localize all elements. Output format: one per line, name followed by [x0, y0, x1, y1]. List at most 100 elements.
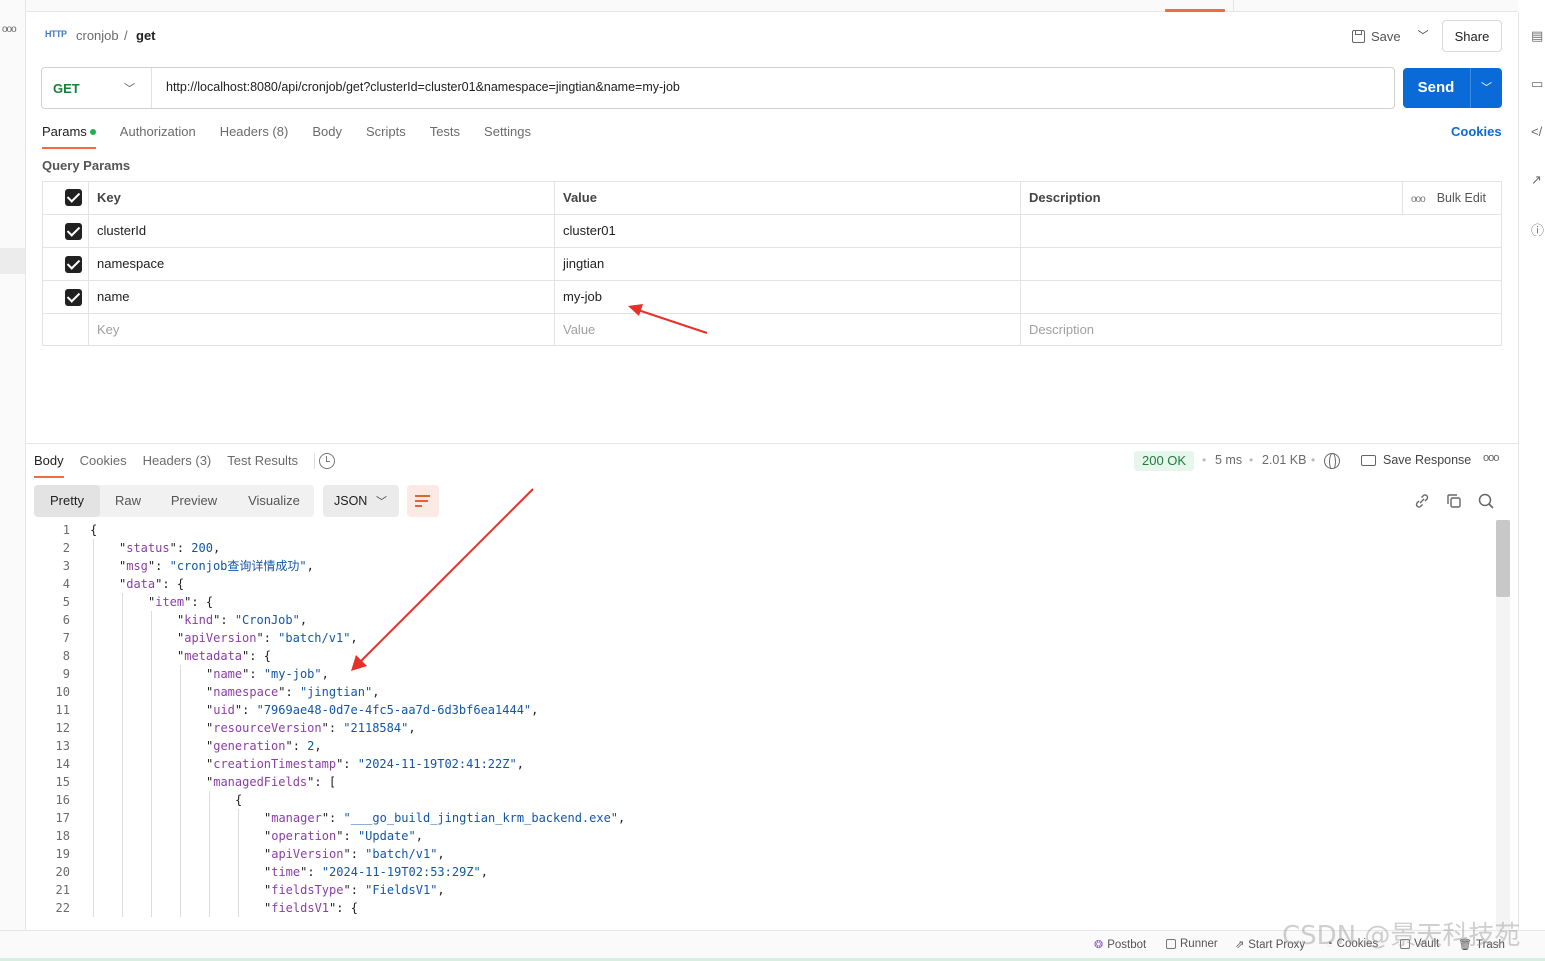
code-text: "creationTimestamp": "2024-11-19T02:41:2…	[206, 757, 524, 771]
tab-response-cookies[interactable]: Cookies	[80, 453, 127, 477]
indent-guide	[93, 719, 94, 737]
param-value[interactable]: my-job	[554, 281, 602, 313]
param-key[interactable]: namespace	[88, 248, 164, 280]
cookies-link[interactable]: Cookies	[1451, 124, 1502, 139]
select-all-checkbox[interactable]	[65, 189, 82, 206]
breadcrumb-parent[interactable]: cronjob	[76, 28, 119, 43]
new-value-input[interactable]: Value	[554, 314, 595, 346]
method-value: GET	[53, 80, 80, 96]
line-number: 8	[62, 649, 70, 663]
tab-response-headers[interactable]: Headers (3)	[143, 453, 212, 477]
wrap-lines-icon[interactable]	[407, 485, 439, 517]
view-pretty[interactable]: Pretty	[34, 485, 100, 517]
footer-postbot[interactable]: ❂ Postbot	[1094, 938, 1146, 952]
response-size[interactable]: 2.01 KB	[1262, 453, 1306, 467]
send-button[interactable]: Send	[1403, 68, 1469, 108]
code-text: "resourceVersion": "2118584",	[206, 721, 416, 735]
indent-guide	[180, 719, 181, 737]
format-select[interactable]: JSON ﹀	[323, 485, 399, 517]
status-badge[interactable]: 200 OK	[1134, 451, 1195, 471]
url-input[interactable]: http://localhost:8080/api/cronjob/get?cl…	[166, 80, 680, 94]
tab-settings[interactable]: Settings	[484, 124, 531, 148]
search-icon[interactable]	[1477, 492, 1495, 510]
indent-guide	[93, 737, 94, 755]
new-key-input[interactable]: Key	[88, 314, 119, 346]
indent-guide	[93, 647, 94, 665]
param-checkbox[interactable]	[65, 223, 82, 240]
tab-response-body[interactable]: Body	[34, 453, 64, 478]
link-icon[interactable]	[1413, 492, 1431, 510]
request-title[interactable]: get	[136, 28, 156, 43]
code-line: 9 "name": "my-job",	[34, 665, 1474, 683]
globe-icon[interactable]	[1324, 453, 1340, 469]
indent-guide	[151, 683, 152, 701]
indent-guide	[151, 755, 152, 773]
sidebar-selected-item[interactable]	[0, 248, 25, 274]
param-value[interactable]: cluster01	[554, 215, 616, 247]
code-icon[interactable]: </	[1531, 124, 1545, 140]
view-raw[interactable]: Raw	[104, 485, 152, 517]
new-description-input[interactable]: Description	[1020, 314, 1094, 346]
code-line: 4 "data": {	[34, 575, 1474, 593]
related-icon[interactable]: ↗	[1531, 172, 1545, 188]
tab-tests[interactable]: Tests	[430, 124, 460, 148]
tab-authorization[interactable]: Authorization	[120, 124, 196, 148]
table-row: name my-job	[43, 281, 1501, 314]
tab-headers[interactable]: Headers (8)	[220, 124, 289, 148]
line-number: 6	[62, 613, 70, 627]
indent-guide	[180, 845, 181, 863]
code-line: 8 "metadata": {	[34, 647, 1474, 665]
code-text: {	[235, 793, 243, 807]
view-visualize[interactable]: Visualize	[238, 485, 310, 517]
indent-guide	[122, 647, 123, 665]
more-icon[interactable]: ooo	[1483, 452, 1499, 464]
code-text: "fieldsType": "FieldsV1",	[264, 883, 445, 897]
indent-guide	[122, 881, 123, 899]
top-tab-strip	[26, 0, 1518, 12]
bulk-edit-button[interactable]: ooo Bulk Edit	[1411, 182, 1486, 214]
indent-guide	[122, 809, 123, 827]
copy-icon[interactable]	[1445, 492, 1463, 510]
indent-guide	[93, 701, 94, 719]
documentation-icon[interactable]: ▤	[1531, 28, 1545, 44]
response-body-code[interactable]: 1{2 "status": 200, 3 "msg": "cronjob查询详情成功"…	[34, 520, 1496, 930]
tab-params[interactable]: Params	[42, 124, 96, 149]
save-options-chevron-icon[interactable]: ﹀	[1412, 27, 1434, 45]
code-text: "fieldsV1": {	[264, 901, 358, 915]
info-icon[interactable]: ⓘ	[1531, 220, 1545, 236]
share-button[interactable]: Share	[1442, 20, 1502, 52]
param-checkbox[interactable]	[65, 289, 82, 306]
code-text: "apiVersion": "batch/v1",	[177, 631, 358, 645]
method-select[interactable]: GET ﹀	[42, 68, 152, 108]
indent-guide	[93, 827, 94, 845]
param-key[interactable]: name	[88, 281, 130, 313]
indent-guide	[180, 791, 181, 809]
tab-test-results[interactable]: Test Results	[227, 453, 298, 477]
send-options-chevron-icon[interactable]: ﹀	[1471, 68, 1502, 108]
request-tabs: Params Authorization Headers (8) Body Sc…	[42, 124, 531, 150]
pane-divider[interactable]	[26, 443, 1518, 444]
line-number: 12	[55, 721, 70, 735]
param-value[interactable]: jingtian	[554, 248, 604, 280]
indent-guide	[180, 701, 181, 719]
param-key[interactable]: clusterId	[88, 215, 146, 247]
meta-separator: •	[1311, 453, 1316, 467]
view-preview[interactable]: Preview	[160, 485, 228, 517]
tab-body[interactable]: Body	[312, 124, 342, 148]
param-checkbox[interactable]	[65, 256, 82, 273]
indent-guide	[122, 593, 123, 611]
indent-guide	[151, 827, 152, 845]
history-icon[interactable]	[319, 453, 335, 469]
response-time[interactable]: 5 ms	[1215, 453, 1242, 467]
tab-scripts[interactable]: Scripts	[366, 124, 406, 148]
indent-guide	[180, 683, 181, 701]
save-button[interactable]: Save	[1352, 24, 1401, 48]
code-text: "managedFields": [	[206, 775, 337, 789]
more-icon[interactable]: ooo	[2, 24, 17, 35]
scrollbar-thumb[interactable]	[1496, 520, 1510, 597]
comments-icon[interactable]: ▭	[1531, 76, 1545, 92]
save-label: Save	[1371, 28, 1401, 44]
save-response-button[interactable]: Save Response	[1361, 453, 1471, 467]
footer-runner[interactable]: Runner	[1166, 938, 1218, 950]
code-line: 14 "creationTimestamp": "2024-11-19T02:41…	[34, 755, 1474, 773]
